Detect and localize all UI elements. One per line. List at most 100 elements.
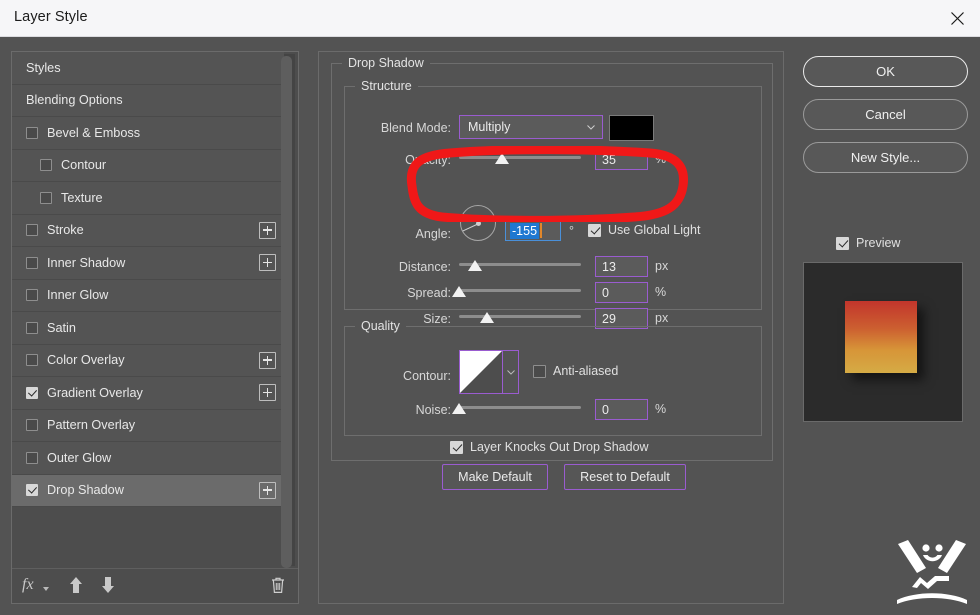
preview-checkbox[interactable]: Preview [836, 236, 900, 250]
anti-aliased-checkbox[interactable]: Anti-aliased [533, 364, 618, 378]
cancel-button[interactable]: Cancel [803, 99, 968, 130]
styles-list[interactable]: Styles Blending Options Bevel & Emboss Cont… [12, 52, 284, 568]
contour-dropdown-button[interactable] [503, 350, 519, 394]
make-default-label: Make Default [458, 470, 532, 484]
distance-slider-thumb[interactable] [467, 260, 482, 271]
make-default-button[interactable]: Make Default [442, 464, 548, 490]
opacity-slider[interactable] [459, 151, 581, 165]
sidebar-item-outer-glow[interactable]: Outer Glow [12, 442, 284, 475]
text-cursor [540, 223, 542, 238]
opacity-input[interactable]: 35 [595, 149, 648, 170]
sidebar-item-label: Blending Options [26, 93, 123, 108]
new-style-button[interactable]: New Style... [803, 142, 968, 173]
sidebar-item-stroke[interactable]: Stroke [12, 214, 284, 247]
ok-button[interactable]: OK [803, 56, 968, 87]
effect-toggle-checkbox[interactable] [26, 126, 38, 139]
layer-knocks-out-label: Layer Knocks Out Drop Shadow [470, 440, 649, 454]
effect-toggle-checkbox[interactable] [26, 484, 38, 497]
arrow-down-icon[interactable] [100, 576, 116, 599]
distance-value: 13 [602, 259, 616, 274]
effect-toggle-checkbox[interactable] [26, 451, 38, 464]
sidebar-item-label: Inner Glow [47, 288, 109, 303]
size-slider-track [459, 315, 581, 318]
add-effect-plus-icon[interactable] [259, 254, 276, 271]
noise-input[interactable]: 0 [595, 399, 648, 420]
add-effect-plus-icon[interactable] [259, 351, 276, 369]
reset-to-default-label: Reset to Default [580, 470, 670, 484]
spread-slider[interactable] [452, 284, 581, 298]
sidebar-scrollbar-track[interactable] [281, 54, 295, 568]
sidebar-item-texture[interactable]: Texture [12, 182, 284, 215]
noise-value: 0 [602, 402, 609, 417]
sidebar-item-inner-shadow[interactable]: Inner Shadow [12, 247, 284, 280]
arrow-up-icon[interactable] [68, 576, 84, 599]
blend-mode-label: Blend Mode: [380, 121, 451, 135]
contour-picker[interactable] [459, 350, 519, 394]
angle-label: Angle: [415, 227, 451, 241]
layer-knocks-out-checkbox[interactable]: Layer Knocks Out Drop Shadow [450, 440, 649, 454]
add-effect-plus-icon[interactable] [259, 221, 276, 239]
sidebar-item-styles[interactable]: Styles [12, 52, 284, 85]
sidebar-item-blending-options[interactable]: Blending Options [12, 84, 284, 117]
contour-curve-shape [460, 351, 502, 393]
fx-menu-icon[interactable]: fx [22, 576, 49, 594]
sidebar-item-contour[interactable]: Contour [12, 149, 284, 182]
sidebar-item-gradient-overlay[interactable]: Gradient Overlay [12, 377, 284, 410]
noise-slider-thumb[interactable] [452, 403, 466, 414]
opacity-label: Opacity: [405, 153, 451, 167]
opacity-slider-thumb[interactable] [494, 153, 509, 164]
distance-slider[interactable] [459, 258, 581, 272]
shadow-color-swatch[interactable] [609, 115, 654, 141]
sidebar-item-label: Pattern Overlay [47, 418, 136, 433]
spread-unit: % [655, 285, 667, 299]
spread-slider-track [459, 289, 581, 292]
spread-input[interactable]: 0 [595, 282, 648, 303]
sidebar-item-label: Styles [26, 60, 61, 75]
reset-to-default-button[interactable]: Reset to Default [564, 464, 686, 490]
sidebar-item-bevel-emboss[interactable]: Bevel & Emboss [12, 117, 284, 150]
effect-toggle-checkbox[interactable] [26, 256, 38, 269]
sidebar-item-inner-glow[interactable]: Inner Glow [12, 279, 284, 312]
effect-toggle-checkbox[interactable] [26, 224, 38, 237]
drop-shadow-panel: Drop Shadow Structure Blend Mode: Multip… [318, 51, 784, 604]
add-effect-plus-icon[interactable] [259, 384, 276, 401]
close-glyph [950, 11, 964, 25]
add-effect-plus-icon[interactable] [259, 481, 276, 499]
effect-toggle-checkbox[interactable] [26, 419, 38, 432]
spread-slider-thumb[interactable] [452, 286, 466, 297]
chevron-down-icon [506, 369, 515, 375]
distance-label: Distance: [398, 260, 451, 274]
blend-mode-value: Multiply [468, 120, 511, 134]
anti-aliased-box [533, 364, 546, 378]
effect-toggle-checkbox[interactable] [26, 289, 38, 302]
distance-input[interactable]: 13 [595, 256, 648, 277]
effect-toggle-checkbox[interactable] [40, 159, 52, 172]
blend-mode-select[interactable]: Multiply [459, 115, 603, 139]
sidebar-item-satin[interactable]: Satin [12, 312, 284, 345]
opacity-slider-track [459, 156, 581, 159]
contour-thumbnail[interactable] [459, 350, 503, 394]
angle-dial[interactable] [460, 205, 496, 241]
size-slider-thumb[interactable] [480, 312, 495, 323]
noise-slider[interactable] [452, 401, 581, 415]
sidebar-item-label: Color Overlay [47, 353, 125, 368]
effect-toggle-checkbox[interactable] [26, 386, 38, 399]
use-global-light-label: Use Global Light [608, 223, 701, 237]
sidebar-item-color-overlay[interactable]: Color Overlay [12, 344, 284, 377]
sidebar-item-label: Bevel & Emboss [47, 125, 141, 140]
trash-icon[interactable] [270, 576, 286, 599]
size-slider[interactable] [459, 310, 581, 324]
sidebar-scrollbar-thumb[interactable] [281, 56, 292, 568]
close-icon[interactable] [934, 0, 980, 36]
sidebar-item-drop-shadow[interactable]: Drop Shadow [12, 474, 284, 507]
opacity-unit: % [655, 152, 667, 166]
angle-input[interactable]: -155 [505, 220, 561, 241]
effect-toggle-checkbox[interactable] [26, 321, 38, 334]
use-global-light-checkbox[interactable]: Use Global Light [588, 223, 700, 237]
quality-legend: Quality [355, 319, 406, 333]
effect-toggle-checkbox[interactable] [26, 354, 38, 367]
quality-fieldset: Quality Contour: Anti-aliased Noise: 0 % [344, 319, 762, 436]
effect-toggle-checkbox[interactable] [40, 191, 52, 204]
sidebar-item-pattern-overlay[interactable]: Pattern Overlay [12, 409, 284, 442]
structure-legend: Structure [355, 79, 418, 93]
